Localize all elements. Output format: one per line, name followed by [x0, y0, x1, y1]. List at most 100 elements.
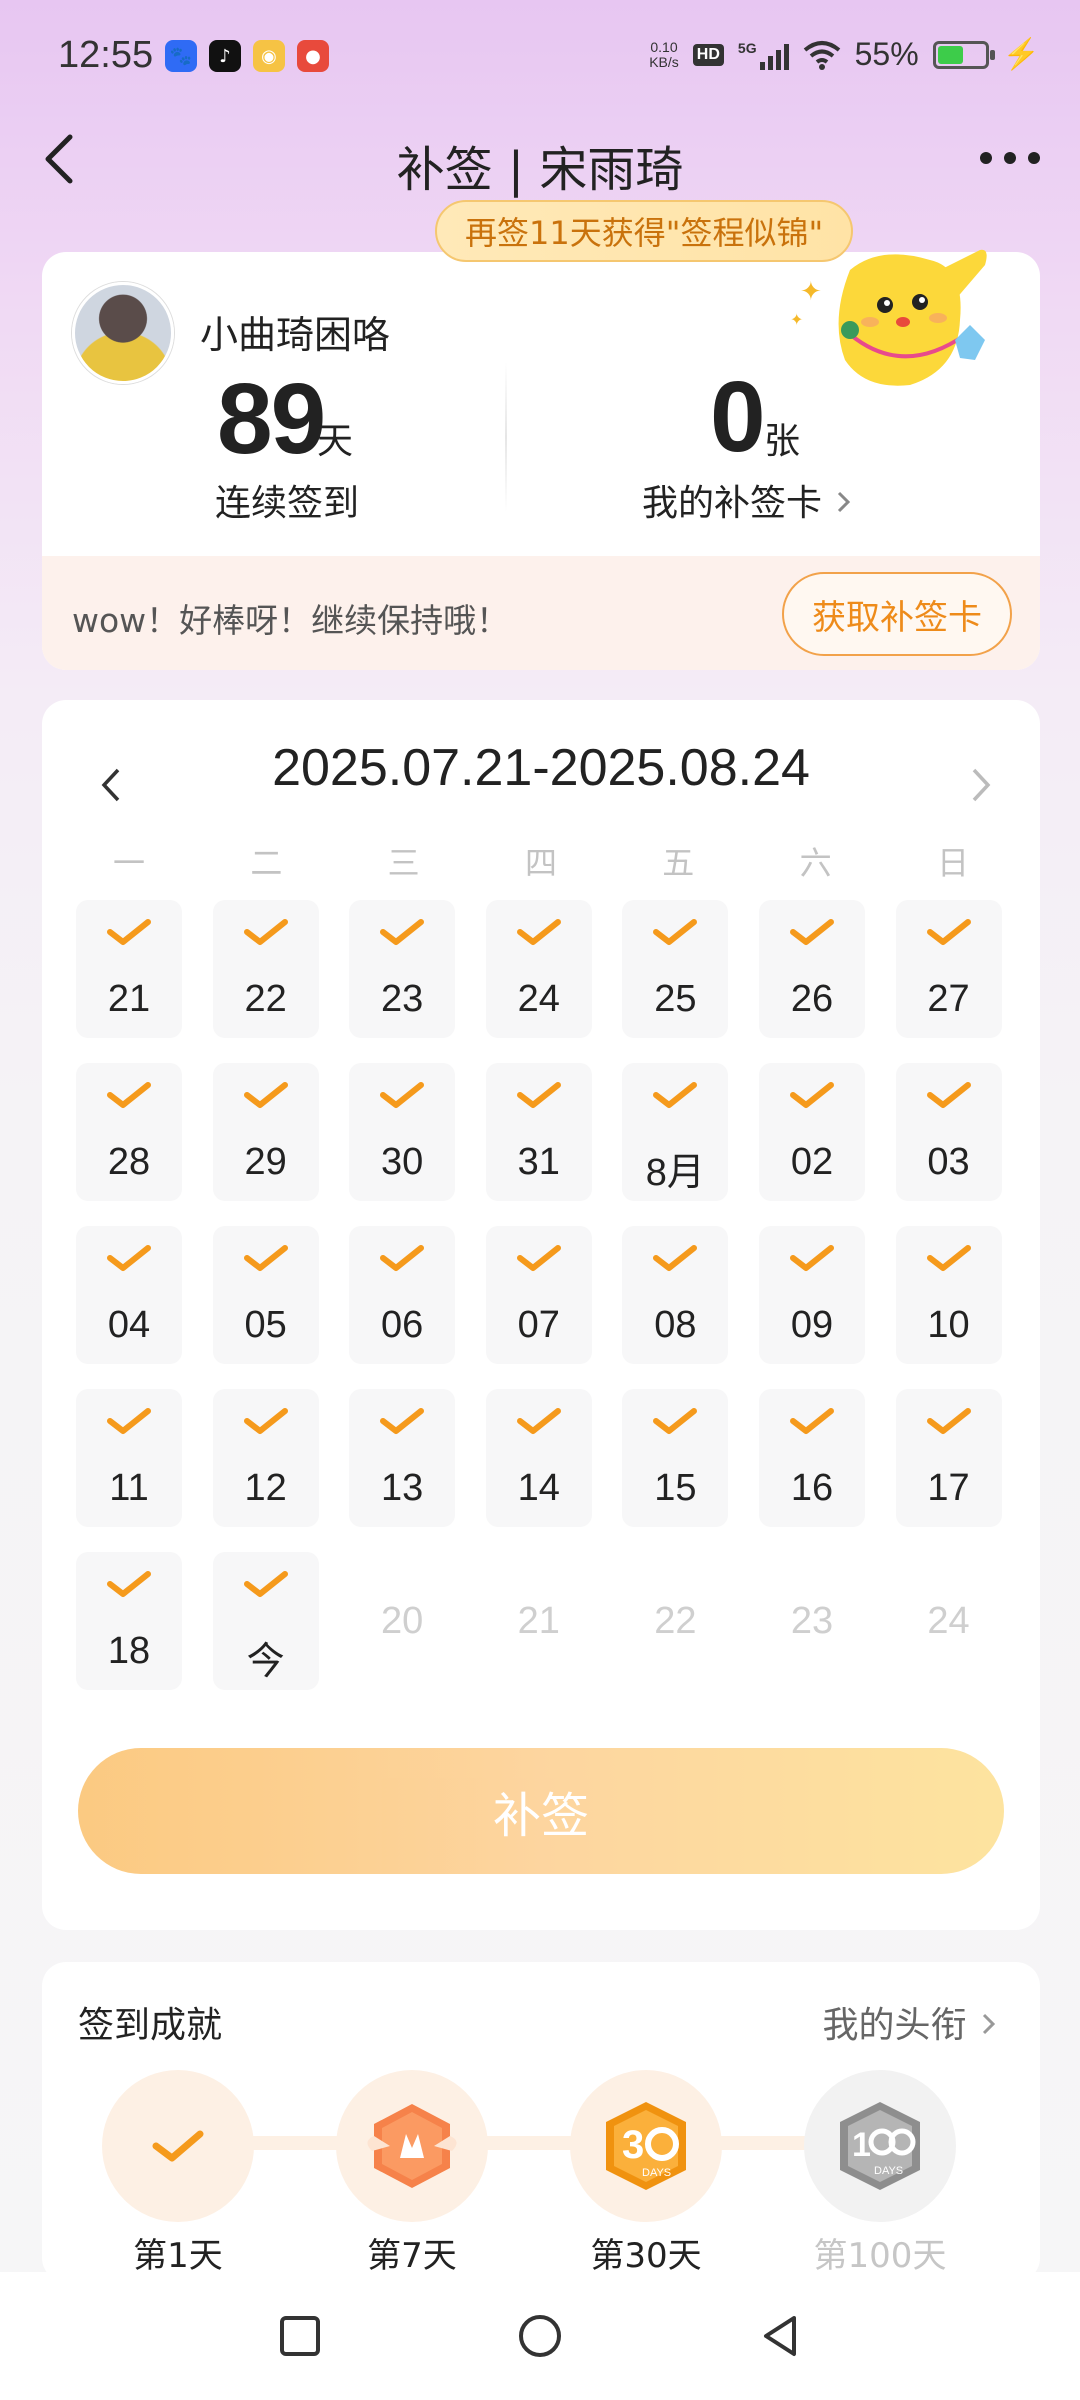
calendar-day-label: 26 — [790, 978, 834, 1020]
badge-7-icon — [367, 2104, 457, 2188]
weekday-label: 一 — [112, 844, 145, 882]
calendar-day[interactable]: 17 — [895, 1389, 1002, 1527]
achievements-card: 签到成就 我的头衔 第1天 第7天 3 DAYS 第30天 1 DAYS 第10… — [42, 1962, 1040, 2282]
check-icon — [789, 1082, 834, 1108]
home-button[interactable] — [510, 2306, 570, 2366]
calendar-day[interactable]: 31 — [485, 1063, 592, 1201]
calendar-day[interactable]: 20 — [349, 1552, 455, 1690]
calendar-day-label: 22 — [654, 1600, 697, 1642]
check-icon — [516, 1245, 561, 1271]
calendar-day-label: 31 — [517, 1141, 560, 1183]
encourage-text: wow！好棒呀！继续保持哦！ — [72, 601, 510, 640]
achievement-day-30[interactable]: 3 DAYS 第30天 — [546, 2070, 746, 2277]
my-resign-cards-link[interactable]: 我的补签卡 — [642, 474, 855, 526]
calendar-day-label: 14 — [517, 1467, 560, 1509]
get-resign-card-button[interactable]: 获取补签卡 — [782, 572, 1012, 656]
calendar-day[interactable]: 11 — [76, 1389, 182, 1527]
calendar-day-label: 23 — [381, 978, 424, 1020]
calendar-day[interactable]: 22 — [212, 900, 319, 1038]
calendar-day[interactable]: 30 — [349, 1063, 456, 1201]
achievement-day-1[interactable]: 第1天 — [78, 2070, 278, 2277]
calendar-day[interactable]: 23 — [349, 900, 456, 1038]
calendar-day[interactable]: 09 — [758, 1226, 865, 1364]
achievement-badge: 3 DAYS — [570, 2070, 722, 2222]
calendar-day[interactable]: 08 — [622, 1226, 729, 1364]
weekday-label: 二 — [250, 844, 283, 882]
streak-days-number: 89 — [217, 363, 326, 475]
calendar-day[interactable]: 04 — [76, 1226, 182, 1364]
calendar-day[interactable]: 29 — [212, 1063, 319, 1201]
avatar[interactable] — [72, 282, 174, 384]
calendar-day-label: 03 — [927, 1141, 970, 1183]
calendar-day[interactable]: 8月 — [622, 1063, 729, 1201]
calendar-day[interactable]: 21 — [76, 900, 182, 1038]
achievement-badge — [102, 2070, 254, 2222]
calendar-next-button[interactable] — [960, 760, 1000, 810]
hd-icon: HD — [692, 43, 724, 66]
achievement-day-100[interactable]: 1 DAYS 第100天 — [780, 2070, 980, 2277]
status-bar: 12:55 🐾 ♪ ◉ ● 0.10 KB/s HD 5G 55% ⚡ — [0, 0, 1080, 120]
check-icon — [653, 919, 698, 945]
status-right: 0.10 KB/s HD 5G 55% ⚡ — [649, 36, 1040, 73]
status-time: 12:55 — [58, 34, 154, 76]
check-icon — [243, 919, 288, 945]
resign-card-unit: 张 — [764, 421, 801, 462]
battery-percent: 55% — [854, 36, 919, 72]
calendar-day[interactable]: 27 — [895, 900, 1002, 1038]
calendar-day[interactable]: 15 — [622, 1389, 729, 1527]
calendar-day-label: 24 — [927, 1600, 970, 1642]
encourage-bar: wow！好棒呀！继续保持哦！ 获取补签卡 — [42, 556, 1040, 670]
resign-button[interactable]: 补签 — [78, 1748, 1004, 1874]
calendar-date-range: 2025.07.21-2025.08.24 — [272, 739, 810, 797]
svg-text:DAYS: DAYS — [874, 2165, 903, 2177]
check-icon — [243, 1245, 288, 1271]
check-icon — [107, 919, 151, 945]
calendar-day[interactable]: 14 — [485, 1389, 592, 1527]
calendar-day[interactable]: 18 — [76, 1552, 182, 1690]
streak-label: 连续签到 — [214, 483, 359, 524]
check-icon — [926, 1082, 971, 1108]
recents-button[interactable] — [270, 2306, 330, 2366]
check-icon — [380, 919, 425, 945]
calendar-day-label: 24 — [517, 978, 560, 1020]
badge-30-days-icon: 3 DAYS — [606, 2102, 686, 2190]
calendar-day[interactable]: 05 — [212, 1226, 319, 1364]
calendar-day[interactable]: 07 — [485, 1226, 592, 1364]
calendar-day[interactable]: 02 — [758, 1063, 865, 1201]
baidu-icon: 🐾 — [165, 40, 197, 72]
calendar-day[interactable]: 今 — [212, 1552, 319, 1690]
calendar-day-label: 今 — [246, 1641, 285, 1683]
calendar-day[interactable]: 16 — [758, 1389, 865, 1527]
calendar-day-label: 21 — [107, 978, 151, 1020]
achievement-day-7[interactable]: 第7天 — [312, 2070, 512, 2277]
charging-icon: ⚡ — [1002, 38, 1040, 71]
calendar-day-label: 30 — [381, 1141, 424, 1183]
more-options-button[interactable] — [960, 138, 1040, 178]
my-titles-label: 我的头衔 — [822, 2005, 967, 2046]
calendar-day[interactable]: 21 — [486, 1552, 592, 1690]
back-nav-button[interactable] — [750, 2306, 810, 2366]
calendar-day[interactable]: 28 — [76, 1063, 182, 1201]
promo-badge[interactable]: 再签11天获得"签程似锦" — [435, 200, 854, 262]
check-icon — [653, 1408, 698, 1434]
weekday-header: 一 二 三 四 五 六 日 — [76, 838, 1006, 884]
calendar-day-label: 28 — [107, 1141, 151, 1183]
calendar-day[interactable]: 24 — [896, 1552, 1002, 1690]
calendar-day[interactable]: 23 — [759, 1552, 865, 1690]
calendar-day[interactable]: 25 — [622, 900, 729, 1038]
calendar-day[interactable]: 24 — [485, 900, 592, 1038]
calendar-day[interactable]: 03 — [895, 1063, 1002, 1201]
check-icon — [789, 1408, 834, 1434]
calendar-day[interactable]: 26 — [758, 900, 865, 1038]
calendar-day[interactable]: 06 — [349, 1226, 456, 1364]
my-titles-link[interactable]: 我的头衔 — [823, 1996, 1000, 2048]
app-icon: ● — [297, 40, 329, 72]
achievement-badge — [336, 2070, 488, 2222]
calendar-day[interactable]: 13 — [349, 1389, 456, 1527]
calendar-day[interactable]: 12 — [212, 1389, 319, 1527]
calendar-day[interactable]: 22 — [622, 1552, 728, 1690]
check-icon — [516, 1408, 561, 1434]
douyin-icon: ♪ — [209, 40, 241, 72]
calendar-day[interactable]: 10 — [895, 1226, 1002, 1364]
check-icon — [789, 1245, 834, 1271]
